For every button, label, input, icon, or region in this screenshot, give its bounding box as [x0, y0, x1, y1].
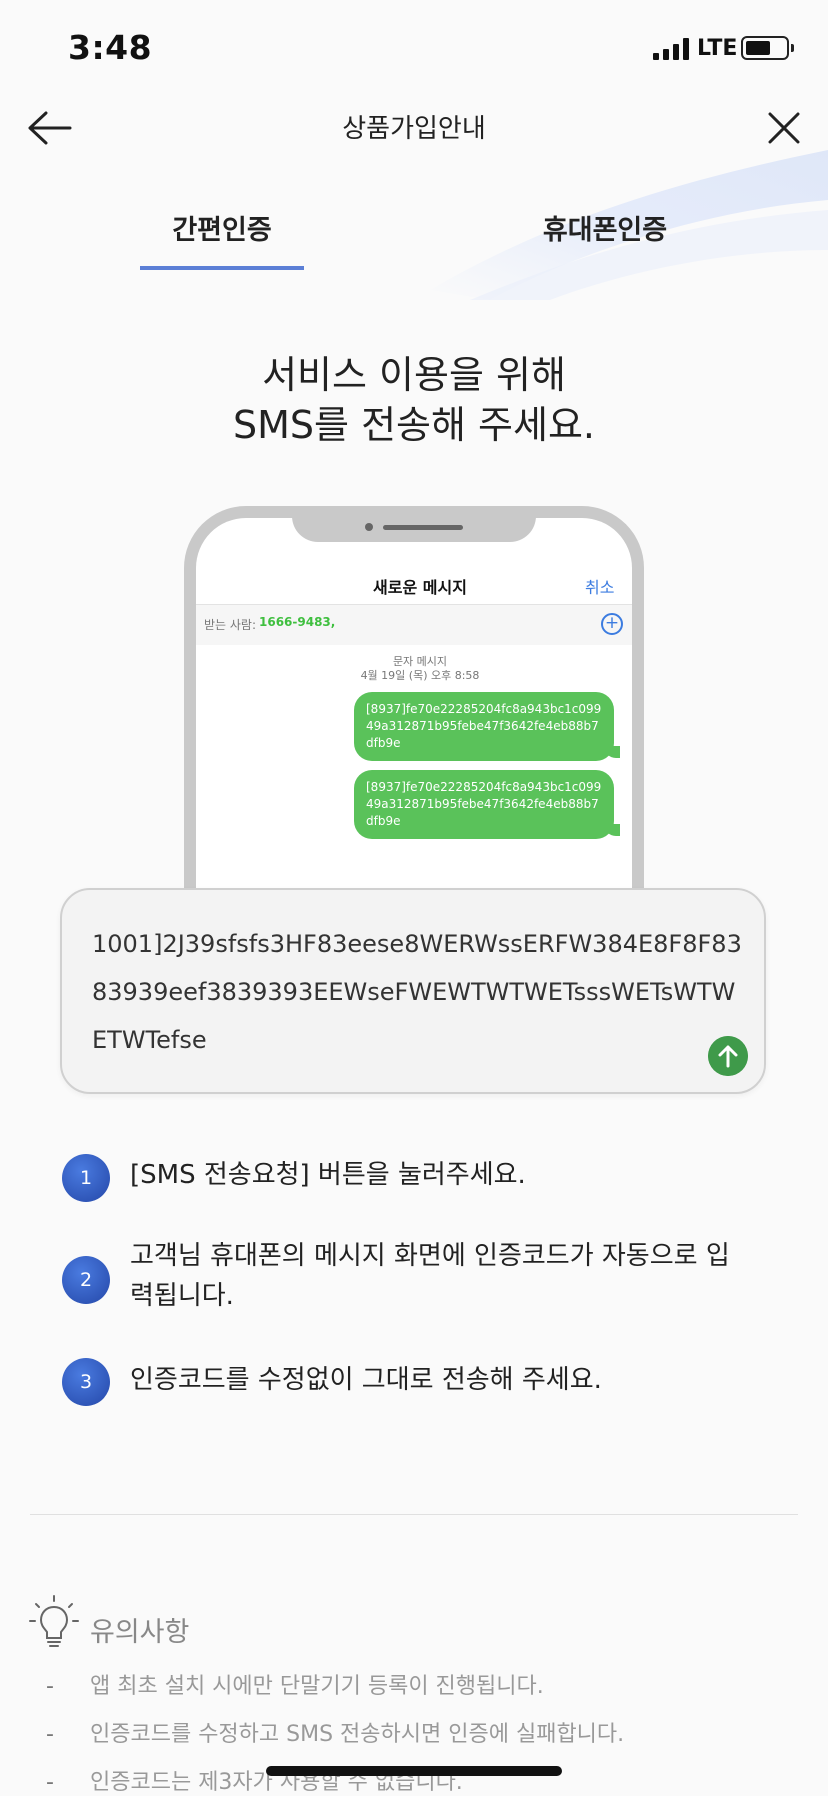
- message-bubble: [8937]fe70e22285204fc8a943bc1c09949a3128…: [354, 692, 614, 761]
- notice-item-text: 인증코드를 수정하고 SMS 전송하시면 인증에 실패합니다.: [90, 1722, 625, 1747]
- tab-active-indicator: [140, 266, 304, 270]
- tab-simple-auth[interactable]: 간편인증: [140, 208, 304, 247]
- signal-icon: [653, 38, 689, 60]
- battery-icon: [741, 36, 789, 60]
- notice-item: - 인증코드를 수정하고 SMS 전송하시면 인증에 실패합니다.: [46, 1722, 625, 1747]
- notice-item-text: 앱 최초 설치 시에만 단말기기 등록이 진행됩니다.: [90, 1674, 544, 1699]
- add-recipient-icon: +: [601, 613, 623, 635]
- recipient-number: 1666-9483,: [259, 615, 336, 629]
- lightbulb-icon: [29, 1595, 79, 1647]
- close-icon[interactable]: [760, 104, 808, 152]
- headline-line2: SMS를 전송해 주세요.: [233, 403, 595, 447]
- message-meta: 문자 메시지 4월 19일 (목) 오후 8:58: [196, 655, 644, 683]
- composer-text: 1001]2J39sfsfs3HF83eese8WERWssERFW384E8F…: [92, 930, 742, 1054]
- network-label: LTE: [697, 36, 738, 61]
- recipient-label: 받는 사람:: [204, 618, 257, 632]
- message-cancel: 취소: [585, 578, 615, 597]
- battery-cap: [791, 44, 794, 52]
- page-title: 상품가입안내: [342, 114, 486, 144]
- step-number: 1: [62, 1154, 110, 1202]
- phone-speaker: [383, 525, 463, 530]
- step-text: [SMS 전송요청] 버튼을 눌러주세요.: [130, 1160, 526, 1190]
- headline: 서비스 이용을 위해 SMS를 전송해 주세요.: [0, 350, 828, 450]
- notice-item: -앱 최초 설치 시에만 단말기기 등록이 진행됩니다.: [46, 1674, 544, 1699]
- step-text: 고객님 휴대폰의 메시지 화면에 인증코드가 자동으로 입력됩니다.: [130, 1241, 730, 1311]
- phone-camera: [365, 523, 373, 531]
- step-number: 3: [62, 1358, 110, 1406]
- step-text: 인증코드를 수정없이 그대로 전송해 주세요.: [130, 1365, 602, 1395]
- message-type: 문자 메시지: [392, 655, 448, 668]
- headline-line1: 서비스 이용을 위해: [262, 353, 566, 397]
- tab-phone-auth[interactable]: 휴대폰인증: [520, 208, 690, 247]
- send-arrow-icon[interactable]: [708, 1036, 748, 1076]
- notice-title: 유의사항: [90, 1617, 190, 1648]
- message-title: 새로운 메시지: [373, 578, 467, 597]
- home-indicator[interactable]: [266, 1766, 562, 1776]
- section-divider: [30, 1514, 798, 1515]
- message-date: 4월 19일 (목) 오후 8:58: [360, 669, 480, 682]
- status-time: 3:48: [68, 28, 153, 67]
- message-bubble: [8937]fe70e22285204fc8a943bc1c09949a3128…: [354, 770, 614, 839]
- step-number: 2: [62, 1256, 110, 1304]
